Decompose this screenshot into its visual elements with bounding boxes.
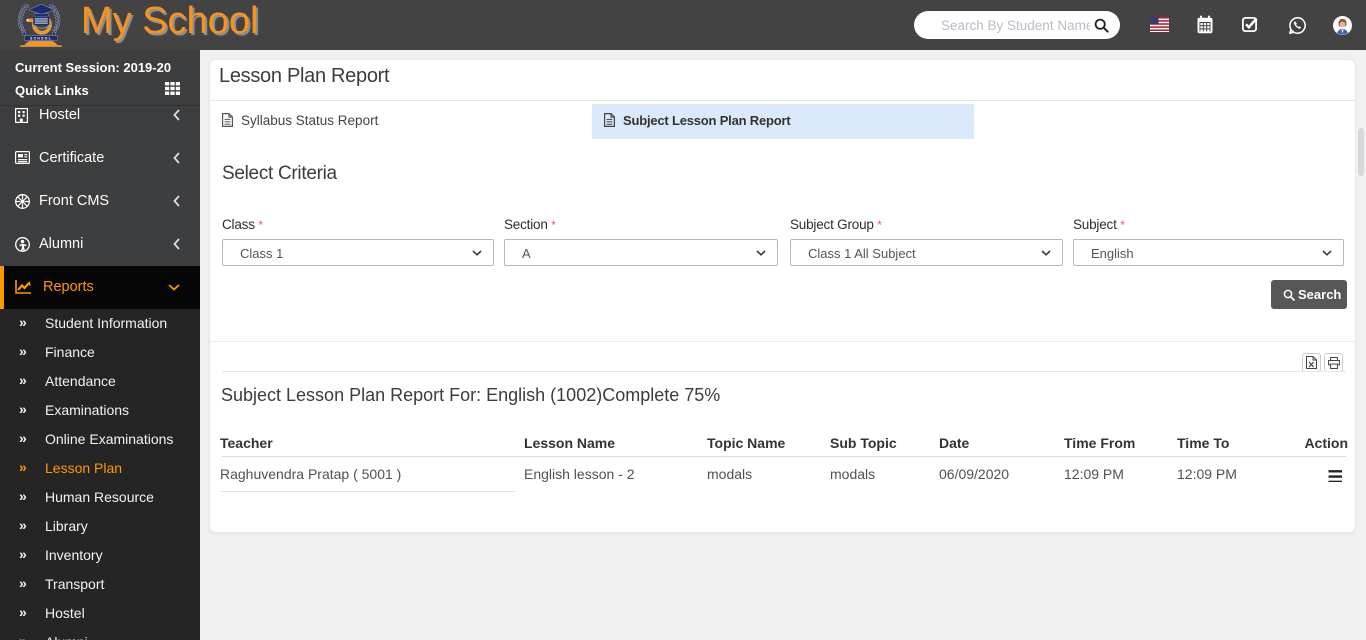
svg-text:SCHOOL: SCHOOL [30, 36, 52, 40]
